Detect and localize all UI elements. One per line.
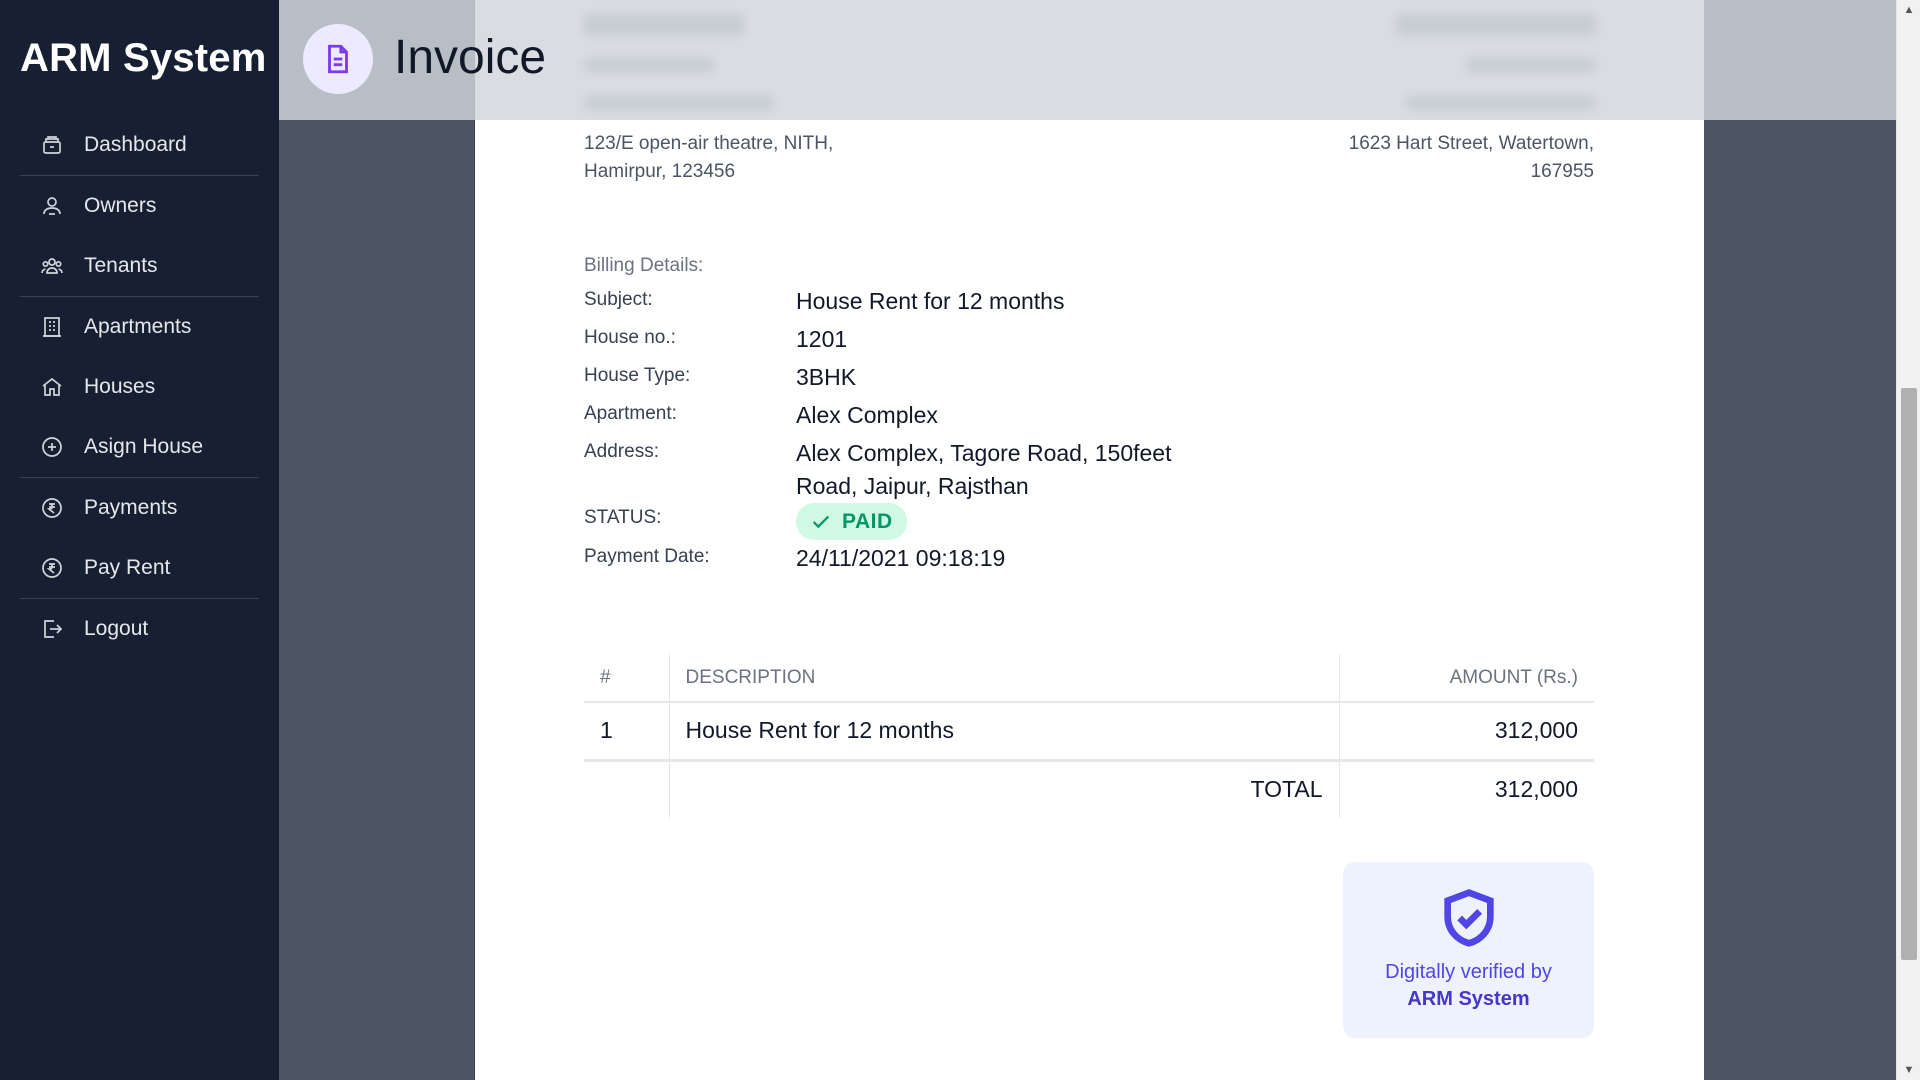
detail-value: House Rent for 12 months [796, 288, 1065, 314]
detail-value: 24/11/2021 09:18:19 [796, 544, 1006, 571]
detail-label: STATUS: [584, 507, 662, 528]
to-address: 1623 Hart Street, Watertown, 167955 [1349, 130, 1594, 186]
col-header-num: # [584, 654, 670, 703]
logout-icon [40, 617, 64, 641]
detail-label: Payment Date: [584, 545, 710, 567]
sidebar-item-label: Tenants [84, 254, 158, 277]
detail-row-subject: Subject: House Rent for 12 months [584, 285, 1284, 323]
users-icon [40, 194, 64, 218]
sidebar-item-asign-house[interactable]: Asign House [20, 417, 259, 477]
verified-line1: Digitally verified by [1385, 961, 1552, 983]
verified-line2: ARM System [1407, 988, 1530, 1010]
check-icon [812, 515, 830, 528]
detail-value: Alex Complex, Tagore Road, 150feet Road,… [796, 437, 1171, 503]
address-line1: Alex Complex, Tagore Road, 150feet [796, 440, 1172, 466]
sidebar-item-houses[interactable]: Houses [20, 357, 259, 417]
sidebar-item-owners[interactable]: Owners [20, 176, 259, 236]
detail-label: Apartment: [584, 403, 677, 424]
cell-num: 1 [584, 702, 670, 762]
plus-circle-icon [40, 435, 64, 459]
detail-row-address: Address: Alex Complex, Tagore Road, 150f… [584, 437, 1284, 503]
sidebar-item-label: Apartments [84, 315, 192, 338]
sidebar-item-label: Asign House [84, 435, 204, 458]
detail-row-status: STATUS: PAID [584, 503, 1284, 542]
total-label: TOTAL [669, 760, 1340, 818]
status-badge-label: PAID [842, 510, 893, 533]
shield-check-icon [1443, 889, 1494, 947]
sidebar-item-label: Logout [84, 617, 149, 640]
scroll-thumb[interactable] [1901, 388, 1917, 960]
from-address-line1: 123/E open-air theatre, NITH, [584, 133, 834, 154]
sidebar-item-label: Pay Rent [84, 556, 171, 579]
home-icon [40, 375, 64, 399]
scroll-down-icon[interactable]: ▼ [1897, 1060, 1920, 1080]
total-amount: 312,000 [1494, 776, 1578, 803]
to-address-line2: 167955 [1530, 161, 1594, 182]
rupee-icon [40, 556, 64, 580]
to-address-line1: 1623 Hart Street, Watertown, [1348, 133, 1594, 154]
sidebar-nav: Dashboard Owners Tenants Apartments Hous… [20, 115, 259, 659]
archive-icon [40, 133, 64, 157]
sidebar-item-payments[interactable]: Payments [20, 478, 259, 538]
sidebar-item-label: Payments [84, 496, 178, 519]
building-icon [40, 315, 64, 339]
detail-row-payment-date: Payment Date: 24/11/2021 09:18:19 [584, 542, 1284, 580]
detail-row-house-type: House Type: 3BHK [584, 361, 1284, 399]
sidebar-item-tenants[interactable]: Tenants [20, 236, 259, 296]
billing-details: Billing Details: Subject: House Rent for… [584, 255, 1284, 580]
sidebar-item-logout[interactable]: Logout [20, 599, 259, 659]
rupee-icon [40, 496, 64, 520]
verified-card: Digitally verified by ARM System [1343, 862, 1594, 1038]
document-icon [303, 24, 373, 94]
detail-value: 3BHK [796, 364, 857, 390]
app-title: ARM System [20, 36, 267, 80]
cell-empty [584, 760, 670, 818]
sidebar-item-label: Houses [84, 375, 156, 398]
table-row: 1 House Rent for 12 months 312,000 [584, 702, 1594, 762]
sidebar-item-label: Dashboard [84, 133, 187, 156]
table-total-row: TOTAL 312,000 [584, 760, 1594, 818]
col-header-amount: AMOUNT (Rs.) [1339, 654, 1594, 703]
from-address: 123/E open-air theatre, NITH, Hamirpur, … [584, 130, 833, 186]
table-header-row: # DESCRIPTION AMOUNT (Rs.) [584, 654, 1594, 703]
sidebar-item-pay-rent[interactable]: Pay Rent [20, 538, 259, 598]
detail-row-apartment: Apartment: Alex Complex [584, 399, 1284, 437]
status-badge: PAID [796, 503, 907, 540]
detail-value: 1201 [796, 326, 848, 352]
detail-row-house-no: House no.: 1201 [584, 323, 1284, 361]
detail-value: Alex Complex [796, 402, 938, 428]
detail-label: House Type: [584, 365, 691, 386]
address-line2: Road, Jaipur, Rajsthan [796, 473, 1029, 499]
detail-label: Address: [584, 441, 659, 462]
cell-description: House Rent for 12 months [669, 702, 1340, 762]
detail-label: Subject: [584, 289, 653, 310]
vertical-scrollbar[interactable]: ▲ ▼ [1896, 0, 1920, 1080]
cell-amount: 312,000 [1339, 702, 1594, 762]
detail-value: PAID [796, 503, 907, 542]
user-group-icon [40, 254, 64, 278]
sidebar-item-dashboard[interactable]: Dashboard [20, 115, 259, 175]
sidebar-item-apartments[interactable]: Apartments [20, 297, 259, 357]
invoice-table: # DESCRIPTION AMOUNT (Rs.) 1 House Rent … [584, 654, 1594, 818]
col-header-description: DESCRIPTION [669, 654, 1340, 703]
sidebar: ARM System Dashboard Owners Tenants Apar… [0, 0, 279, 1080]
billing-title: Billing Details: [584, 255, 704, 276]
detail-label: House no.: [584, 327, 676, 348]
page-header: Invoice [279, 0, 1896, 120]
scroll-up-icon[interactable]: ▲ [1897, 0, 1920, 20]
sidebar-item-label: Owners [84, 194, 157, 217]
page-title: Invoice [394, 31, 547, 84]
from-address-line2: Hamirpur, 123456 [584, 161, 736, 182]
